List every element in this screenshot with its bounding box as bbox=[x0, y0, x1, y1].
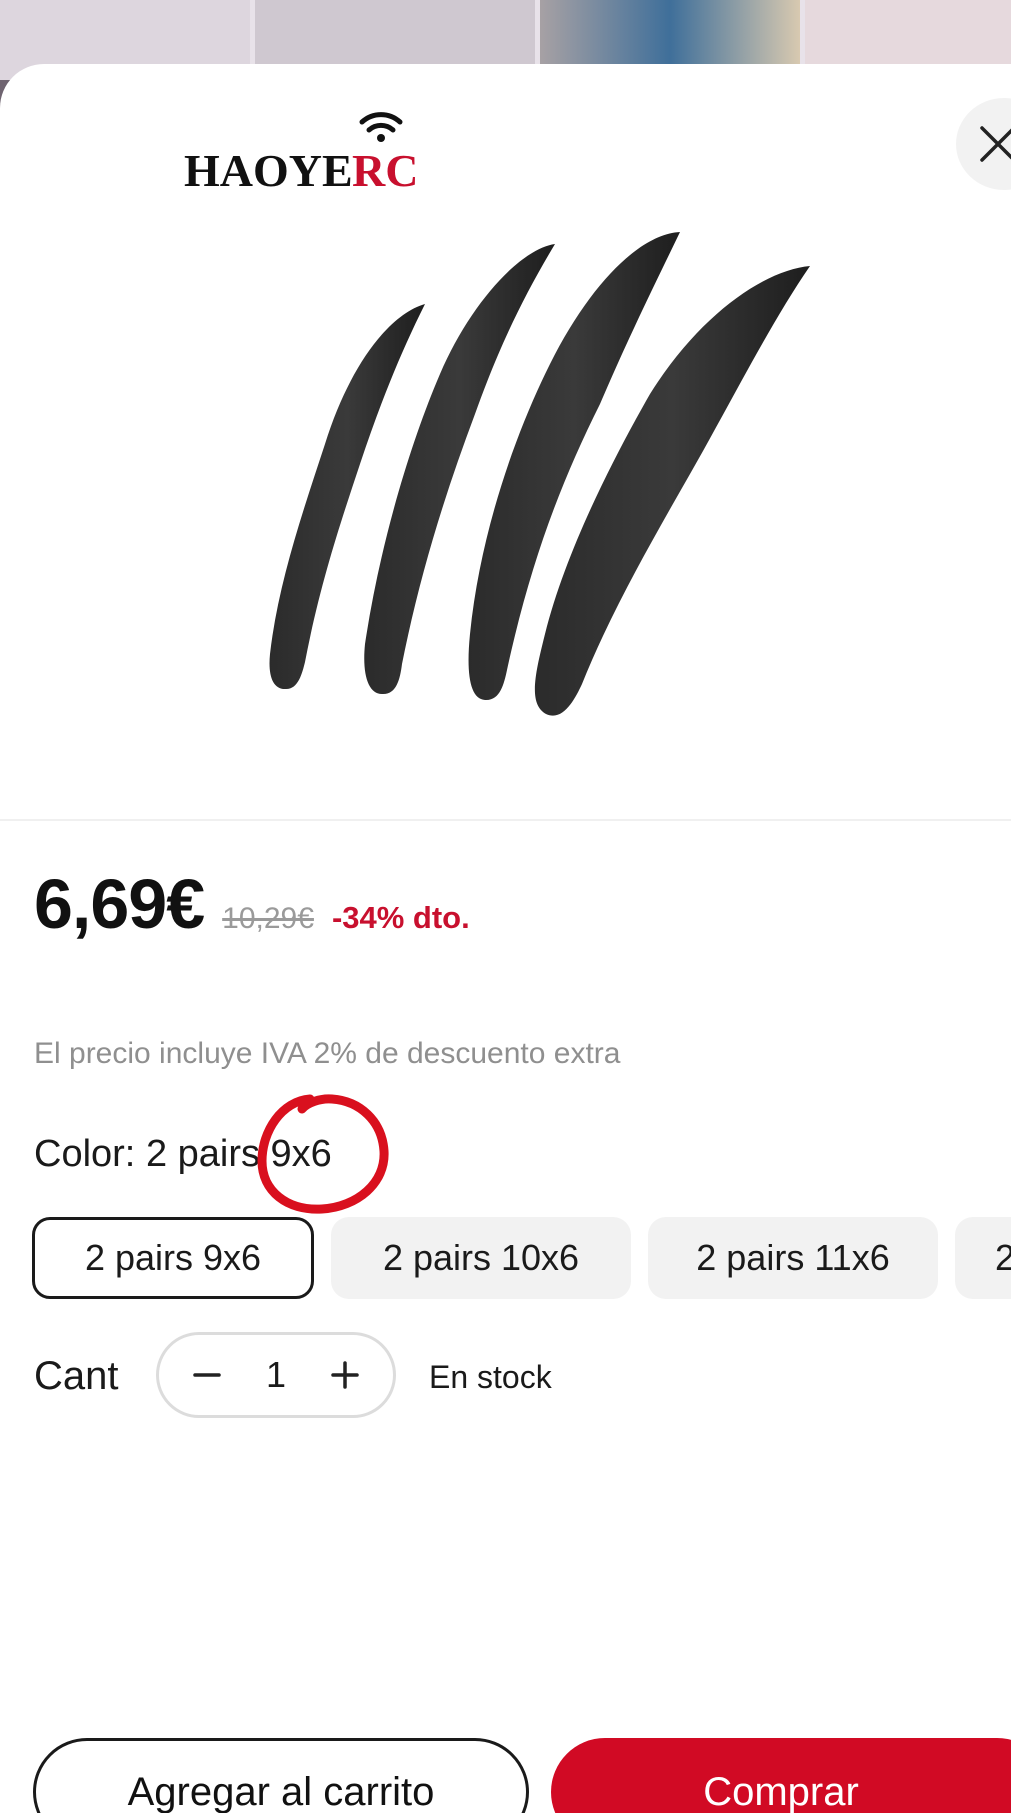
buy-button[interactable]: Comprar bbox=[551, 1738, 1011, 1813]
variant-option-more[interactable]: 2 bbox=[955, 1217, 1011, 1299]
variant-option-10x6[interactable]: 2 pairs 10x6 bbox=[331, 1217, 631, 1299]
svg-text:HAOYE: HAOYE bbox=[184, 145, 353, 194]
discount-badge: -34% dto. bbox=[331, 900, 470, 935]
variant-label-key: Color: bbox=[34, 1133, 136, 1175]
plus-icon bbox=[331, 1361, 359, 1389]
stock-status: En stock bbox=[429, 1359, 552, 1395]
close-button[interactable] bbox=[956, 98, 1011, 190]
svg-text:RC: RC bbox=[352, 145, 418, 194]
close-icon bbox=[980, 126, 1011, 162]
variant-label: Color: 2 pairs 9x6 bbox=[34, 1133, 332, 1176]
quantity-stepper: 1 bbox=[156, 1332, 396, 1418]
quantity-label: Cant bbox=[34, 1354, 119, 1398]
variant-options: 2 pairs 9x6 2 pairs 10x6 2 pairs 11x6 2 bbox=[32, 1217, 1011, 1299]
product-options-sheet: HAOYE RC 6,69€ 10,29€ -34% dto. El preci… bbox=[0, 64, 1011, 1813]
variant-option-11x6[interactable]: 2 pairs 11x6 bbox=[648, 1217, 938, 1299]
variant-option-9x6[interactable]: 2 pairs 9x6 bbox=[32, 1217, 314, 1299]
product-image bbox=[230, 194, 830, 754]
variant-selected-value: 2 pairs 9x6 bbox=[145, 1133, 332, 1175]
current-price: 6,69€ bbox=[34, 865, 205, 943]
wifi-icon bbox=[359, 112, 403, 142]
price-row: 6,69€ 10,29€ -34% dto. bbox=[34, 864, 470, 954]
minus-icon bbox=[193, 1373, 221, 1377]
original-price: 10,29€ bbox=[222, 902, 314, 935]
add-to-cart-button[interactable]: Agregar al carrito bbox=[33, 1738, 529, 1813]
quantity-value[interactable]: 1 bbox=[266, 1354, 286, 1396]
divider bbox=[0, 819, 1011, 821]
brand-logo: HAOYE RC bbox=[182, 104, 442, 196]
tax-note: El precio incluye IVA 2% de descuento ex… bbox=[34, 1037, 621, 1070]
increase-button[interactable] bbox=[323, 1353, 367, 1397]
decrease-button[interactable] bbox=[185, 1353, 229, 1397]
